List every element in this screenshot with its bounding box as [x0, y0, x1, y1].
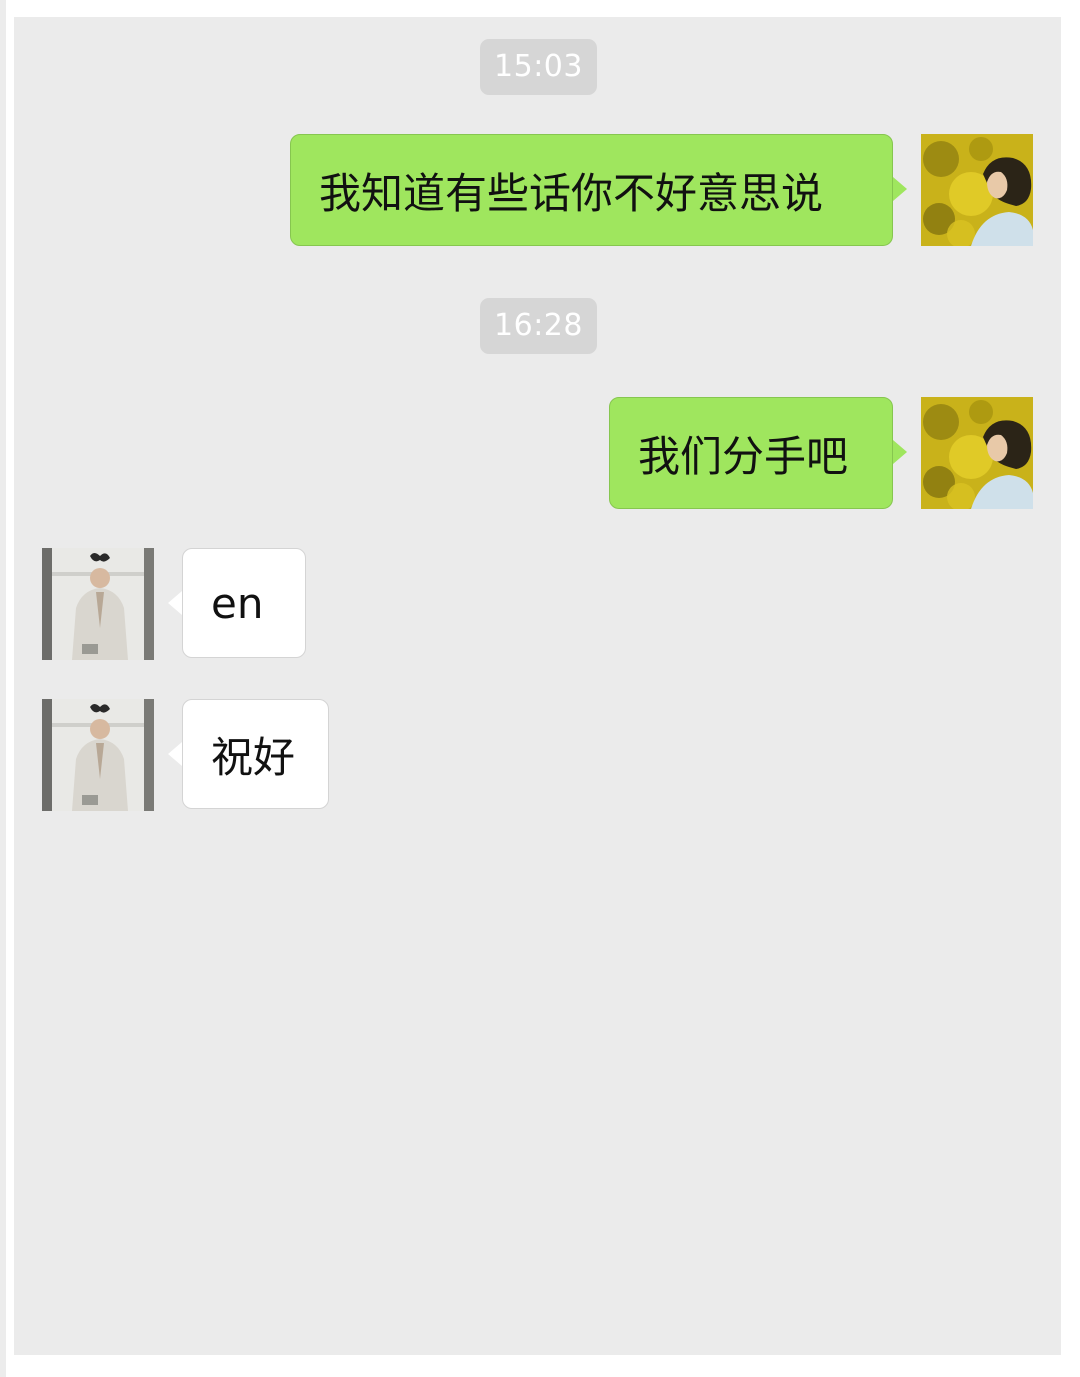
message-text: 祝好: [211, 732, 296, 782]
self-avatar[interactable]: [921, 397, 1033, 509]
bubble-tail: [168, 742, 182, 766]
bubble-tail: [168, 591, 182, 615]
avatar-yellow-foliage-portrait-icon: [921, 397, 1033, 509]
avatar-man-in-trench-coat-icon: [42, 548, 154, 660]
contact-avatar[interactable]: [42, 548, 154, 660]
avatar-yellow-foliage-portrait-icon: [921, 134, 1033, 246]
bubble-tail: [893, 177, 907, 201]
received-message-bubble[interactable]: 祝好: [182, 699, 329, 809]
message-text: 我知道有些话你不好意思说: [319, 168, 824, 218]
sent-message-bubble[interactable]: 我们分手吧: [609, 397, 893, 509]
sent-message-bubble[interactable]: 我知道有些话你不好意思说: [290, 134, 893, 246]
self-avatar[interactable]: [921, 134, 1033, 246]
timestamp: 16:28: [480, 298, 597, 354]
window-edge: [0, 0, 6, 1377]
timestamp: 15:03: [480, 39, 597, 95]
chat-screen: 15:03 我知道有些话你不好意思说 16:28 我们分手吧 en 祝好: [0, 0, 1080, 1377]
message-text: en: [211, 578, 264, 628]
contact-avatar[interactable]: [42, 699, 154, 811]
message-text: 我们分手吧: [638, 431, 849, 481]
avatar-man-in-trench-coat-icon: [42, 699, 154, 811]
received-message-bubble[interactable]: en: [182, 548, 306, 658]
bubble-tail: [893, 440, 907, 464]
chat-message-area[interactable]: 15:03 我知道有些话你不好意思说 16:28 我们分手吧 en 祝好: [14, 17, 1061, 1355]
